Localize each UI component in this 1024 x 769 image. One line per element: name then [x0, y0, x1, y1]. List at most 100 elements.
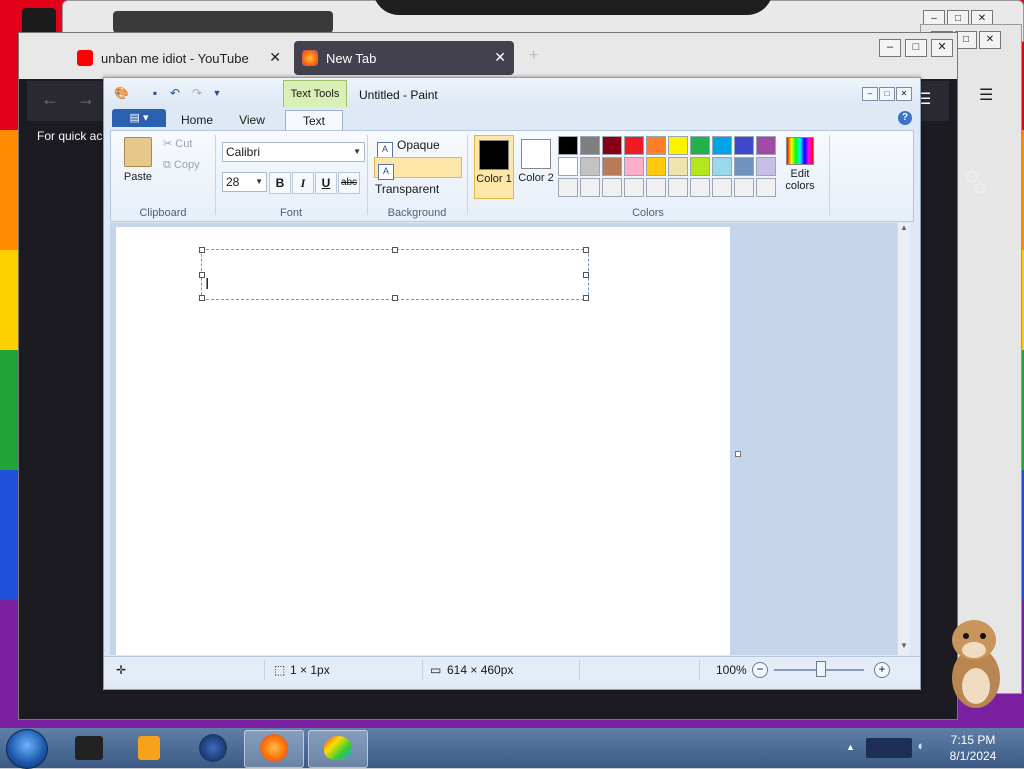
palette-swatch[interactable]: [668, 157, 688, 176]
palette-swatch[interactable]: [558, 178, 578, 197]
palette-swatch[interactable]: [712, 178, 732, 197]
palette-swatch[interactable]: [712, 136, 732, 155]
forward-icon[interactable]: →: [77, 89, 95, 110]
palette-swatch[interactable]: [580, 136, 600, 155]
palette-swatch[interactable]: [668, 178, 688, 197]
tab-home[interactable]: Home: [174, 110, 220, 130]
palette-swatch[interactable]: [558, 136, 578, 155]
paste-button[interactable]: Paste: [119, 137, 157, 183]
taskbar-app-paint[interactable]: [308, 730, 368, 768]
text-cursor-icon: I: [205, 276, 210, 293]
close-tab-icon[interactable]: ✕: [494, 49, 506, 66]
strikethrough-button[interactable]: abc: [338, 172, 360, 194]
palette-swatch[interactable]: [580, 178, 600, 197]
taskbar-app-globe[interactable]: [184, 730, 242, 766]
redo-icon[interactable]: ↷: [190, 86, 204, 100]
palette-swatch[interactable]: [624, 178, 644, 197]
palette-swatch[interactable]: [756, 178, 776, 197]
close-button[interactable]: ✕: [931, 39, 953, 57]
vertical-scrollbar[interactable]: ▲ ▼: [897, 223, 910, 655]
color2-label: Color 2: [518, 172, 554, 184]
scroll-down-icon[interactable]: ▼: [900, 641, 908, 650]
tab-text[interactable]: Text: [285, 110, 343, 131]
background-group-label: Background: [387, 207, 447, 219]
palette-swatch[interactable]: [558, 157, 578, 176]
taskbar: ▲ ◖ 7:15 PM 8/1/2024: [0, 728, 1024, 769]
palette-swatch[interactable]: [646, 136, 666, 155]
opaque-icon: A: [377, 142, 393, 158]
save-icon[interactable]: ▪: [148, 86, 162, 100]
palette-swatch[interactable]: [756, 157, 776, 176]
paint-title-bar: 🎨 ▪ ↶ ↷ ▼ Text Tools Untitled - Paint – …: [104, 78, 920, 108]
palette-swatch[interactable]: [734, 136, 754, 155]
palette-swatch[interactable]: [690, 178, 710, 197]
zoom-in-icon[interactable]: +: [874, 662, 890, 678]
copy-button[interactable]: ⧉ Copy: [163, 159, 200, 172]
start-button[interactable]: [6, 729, 48, 769]
edit-colors-button[interactable]: Edit colors: [779, 135, 821, 192]
scroll-up-icon[interactable]: ▲: [900, 223, 908, 232]
cut-button[interactable]: ✂ Cut: [163, 137, 192, 150]
palette-swatch[interactable]: [602, 178, 622, 197]
close-button[interactable]: ✕: [896, 87, 912, 101]
palette-swatch[interactable]: [668, 136, 688, 155]
palette-swatch[interactable]: [734, 178, 754, 197]
firefox-icon: [302, 50, 318, 66]
palette-swatch[interactable]: [580, 157, 600, 176]
palette-swatch[interactable]: [690, 136, 710, 155]
taskbar-app-generic[interactable]: [60, 730, 118, 766]
palette-swatch[interactable]: [712, 157, 732, 176]
status-bar: ✛ ⬚ 1 × 1px ▭ 614 × 460px 100% − +: [104, 656, 920, 685]
speaker-icon[interactable]: ◖: [916, 738, 924, 753]
drawing-canvas[interactable]: I: [116, 227, 730, 655]
undo-icon[interactable]: ↶: [168, 86, 182, 100]
copy-icon: ⧉: [163, 159, 174, 171]
taskbar-app-media-player[interactable]: [120, 730, 178, 766]
italic-button[interactable]: I: [292, 172, 314, 194]
color-spectrum-icon: [786, 137, 814, 165]
opaque-button[interactable]: A Opaque: [374, 136, 462, 158]
new-tab-button[interactable]: +: [529, 47, 538, 65]
minimize-button[interactable]: –: [879, 39, 901, 57]
maximize-button[interactable]: □: [905, 39, 927, 57]
qat-dropdown-icon[interactable]: ▼: [210, 86, 224, 100]
transparent-button[interactable]: A Transparent: [374, 157, 462, 196]
zoom-out-icon[interactable]: −: [752, 662, 768, 678]
palette-swatch[interactable]: [624, 157, 644, 176]
palette-swatch[interactable]: [646, 178, 666, 197]
help-icon[interactable]: ?: [898, 111, 912, 125]
text-input-box[interactable]: [199, 247, 589, 301]
opaque-label: Opaque: [397, 138, 440, 152]
palette-swatch[interactable]: [690, 157, 710, 176]
tab-view[interactable]: View: [230, 110, 274, 130]
underline-button[interactable]: U: [315, 172, 337, 194]
font-size-select[interactable]: 28 ▼: [222, 172, 267, 192]
font-family-select[interactable]: Calibri ▼: [222, 142, 365, 162]
tab-youtube[interactable]: unban me idiot - YouTube ✕: [69, 41, 289, 75]
taskbar-app-firefox[interactable]: [244, 730, 304, 768]
color2-button[interactable]: Color 2: [517, 135, 555, 197]
file-menu-button[interactable]: ▤ ▾: [112, 109, 166, 127]
palette-swatch[interactable]: [646, 157, 666, 176]
color1-button[interactable]: Color 1: [474, 135, 514, 199]
bold-button[interactable]: B: [269, 172, 291, 194]
maximize-button[interactable]: □: [879, 87, 895, 101]
network-icon[interactable]: [866, 738, 912, 758]
back-icon[interactable]: ←: [41, 89, 59, 110]
palette-swatch[interactable]: [602, 157, 622, 176]
palette-swatch[interactable]: [734, 157, 754, 176]
minimize-button[interactable]: –: [862, 87, 878, 101]
palette-swatch[interactable]: [756, 136, 776, 155]
close-tab-icon[interactable]: ✕: [269, 49, 281, 66]
palette-swatch[interactable]: [602, 136, 622, 155]
tab-new-tab[interactable]: New Tab ✕: [294, 41, 514, 75]
clock[interactable]: 7:15 PM 8/1/2024: [940, 732, 1006, 764]
chevron-down-icon: ▼: [255, 177, 263, 186]
settings-gear-icon[interactable]: ⚙: [964, 167, 980, 188]
transparent-label: Transparent: [375, 182, 440, 196]
show-hidden-icons[interactable]: ▲: [846, 742, 855, 752]
font-family-value: Calibri: [226, 145, 261, 159]
palette-swatch[interactable]: [624, 136, 644, 155]
canvas-resize-handle[interactable]: [735, 451, 741, 457]
zoom-slider-thumb[interactable]: [816, 661, 826, 677]
